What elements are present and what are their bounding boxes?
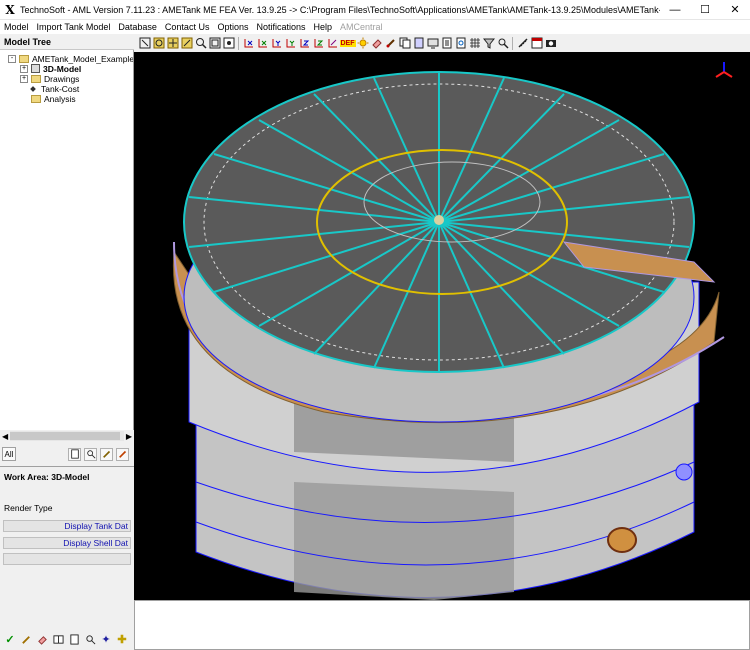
- pencil-icon[interactable]: [19, 632, 33, 646]
- menu-options[interactable]: Options: [213, 22, 252, 32]
- console-panel[interactable]: [134, 600, 750, 650]
- view-toolbar: DEF: [136, 34, 750, 52]
- tree-node-analysis[interactable]: Analysis: [31, 93, 76, 104]
- zoom-window-icon[interactable]: [208, 36, 221, 50]
- magnify-icon[interactable]: [194, 36, 207, 50]
- shell-manway: [607, 527, 637, 553]
- view-x-icon[interactable]: [242, 36, 255, 50]
- toolbar-separator: [238, 36, 239, 50]
- toolbar-separator: [512, 36, 513, 50]
- tree-node-label: AMETank_Model_Example_1: [32, 53, 134, 64]
- menu-help[interactable]: Help: [310, 22, 337, 32]
- close-button[interactable]: ✕: [720, 0, 750, 20]
- lower-shell-dark-band: [294, 482, 514, 600]
- folder-icon: [31, 74, 41, 83]
- tree-horizontal-scrollbar[interactable]: ◀ ▶: [2, 430, 132, 442]
- work-area-button-blank[interactable]: [3, 553, 131, 565]
- expand-icon[interactable]: +: [20, 64, 28, 73]
- bottom-toolbar: ✓ ✦ ✚: [0, 630, 134, 648]
- work-area-title: Work Area: 3D-Model: [4, 472, 90, 482]
- menu-notifications[interactable]: Notifications: [252, 22, 309, 32]
- inspect-icon[interactable]: [83, 632, 97, 646]
- window-title: TechnoSoft - AML Version 7.11.23 : AMETa…: [20, 4, 660, 15]
- menu-amcentral: AMCentral: [340, 22, 383, 32]
- rotate-icon[interactable]: [152, 36, 165, 50]
- tree-node-label: 3D-Model: [43, 63, 82, 74]
- layers-icon[interactable]: [412, 36, 425, 50]
- page-tool-icon[interactable]: [68, 447, 81, 461]
- maximize-button[interactable]: ☐: [690, 0, 720, 20]
- edit-tool-icon[interactable]: [116, 447, 129, 461]
- all-button[interactable]: All: [2, 447, 16, 461]
- eraser-icon[interactable]: [370, 36, 383, 50]
- eraser-icon[interactable]: [35, 632, 49, 646]
- display-tank-data-button[interactable]: Display Tank Dat: [3, 520, 131, 532]
- minimize-button[interactable]: —: [660, 0, 690, 20]
- render-type-label: Render Type: [4, 503, 53, 513]
- filter-icon[interactable]: [482, 36, 495, 50]
- search-tool-icon[interactable]: [84, 447, 97, 461]
- scroll-thumb[interactable]: [10, 432, 121, 440]
- zoom-icon[interactable]: [180, 36, 193, 50]
- nozzle: [675, 463, 693, 481]
- menu-contact-us[interactable]: Contact Us: [161, 22, 214, 32]
- 3d-viewport[interactable]: [134, 52, 750, 600]
- menu-bar: Model Import Tank Model Database Contact…: [0, 20, 750, 34]
- axis-triad-icon: [715, 62, 733, 78]
- pan-icon[interactable]: [166, 36, 179, 50]
- scroll-track[interactable]: [10, 431, 124, 441]
- zoom-fit-icon[interactable]: [222, 36, 235, 50]
- tree-tools-row: All: [2, 446, 132, 462]
- model-tree-panel: - AMETank_Model_Example_1 + 3D-Model + D…: [0, 50, 134, 430]
- def-icon[interactable]: DEF: [339, 36, 356, 50]
- collapse-icon[interactable]: -: [8, 54, 16, 63]
- menu-model[interactable]: Model: [0, 22, 33, 32]
- window-icon[interactable]: [530, 36, 543, 50]
- document-icon[interactable]: [67, 632, 81, 646]
- zoom-select-icon[interactable]: [496, 36, 509, 50]
- tree-node-label: Drawings: [44, 73, 80, 84]
- cost-icon: [30, 85, 36, 92]
- menu-database[interactable]: Database: [114, 22, 161, 32]
- tank-3d-render: [172, 62, 733, 600]
- add-icon[interactable]: ✚: [115, 632, 129, 646]
- light-icon[interactable]: [356, 36, 369, 50]
- refresh-icon[interactable]: [454, 36, 467, 50]
- scroll-right-icon[interactable]: ▶: [126, 432, 132, 441]
- display-shell-data-button[interactable]: Display Shell Dat: [3, 537, 131, 549]
- view-y-icon[interactable]: [270, 36, 283, 50]
- model-icon: [31, 64, 40, 73]
- pencil-tool-icon[interactable]: [100, 447, 113, 461]
- display-icon[interactable]: [426, 36, 439, 50]
- work-area-panel: Work Area: 3D-Model Render Type Display …: [0, 466, 134, 626]
- model-tree-header: Model Tree: [0, 34, 134, 50]
- page-icon[interactable]: [440, 36, 453, 50]
- def-label: DEF: [339, 39, 356, 47]
- view-neg-x-icon[interactable]: [256, 36, 269, 50]
- tree-node-label: Tank-Cost: [41, 83, 80, 94]
- view-iso-icon[interactable]: [326, 36, 339, 50]
- view-neg-y-icon[interactable]: [284, 36, 297, 50]
- folder-icon: [31, 94, 41, 103]
- paint-icon[interactable]: [384, 36, 397, 50]
- copy-icon[interactable]: [398, 36, 411, 50]
- grid-icon[interactable]: [468, 36, 481, 50]
- title-bar: X TechnoSoft - AML Version 7.11.23 : AME…: [0, 0, 750, 20]
- view-z-icon[interactable]: [298, 36, 311, 50]
- roof-center-vent: [434, 215, 444, 225]
- expand-icon[interactable]: +: [20, 74, 28, 83]
- folder-icon: [19, 54, 29, 63]
- menu-import-tank-model[interactable]: Import Tank Model: [33, 22, 115, 32]
- scroll-left-icon[interactable]: ◀: [2, 432, 8, 441]
- compass-icon[interactable]: ✦: [99, 632, 113, 646]
- check-icon[interactable]: ✓: [3, 632, 17, 646]
- book-icon[interactable]: [51, 632, 65, 646]
- camera-icon[interactable]: [544, 36, 557, 50]
- measure-icon[interactable]: [516, 36, 529, 50]
- app-logo-icon: X: [5, 2, 15, 17]
- view-neg-z-icon[interactable]: [312, 36, 325, 50]
- select-icon[interactable]: [138, 36, 151, 50]
- tree-node-label: Analysis: [44, 93, 76, 104]
